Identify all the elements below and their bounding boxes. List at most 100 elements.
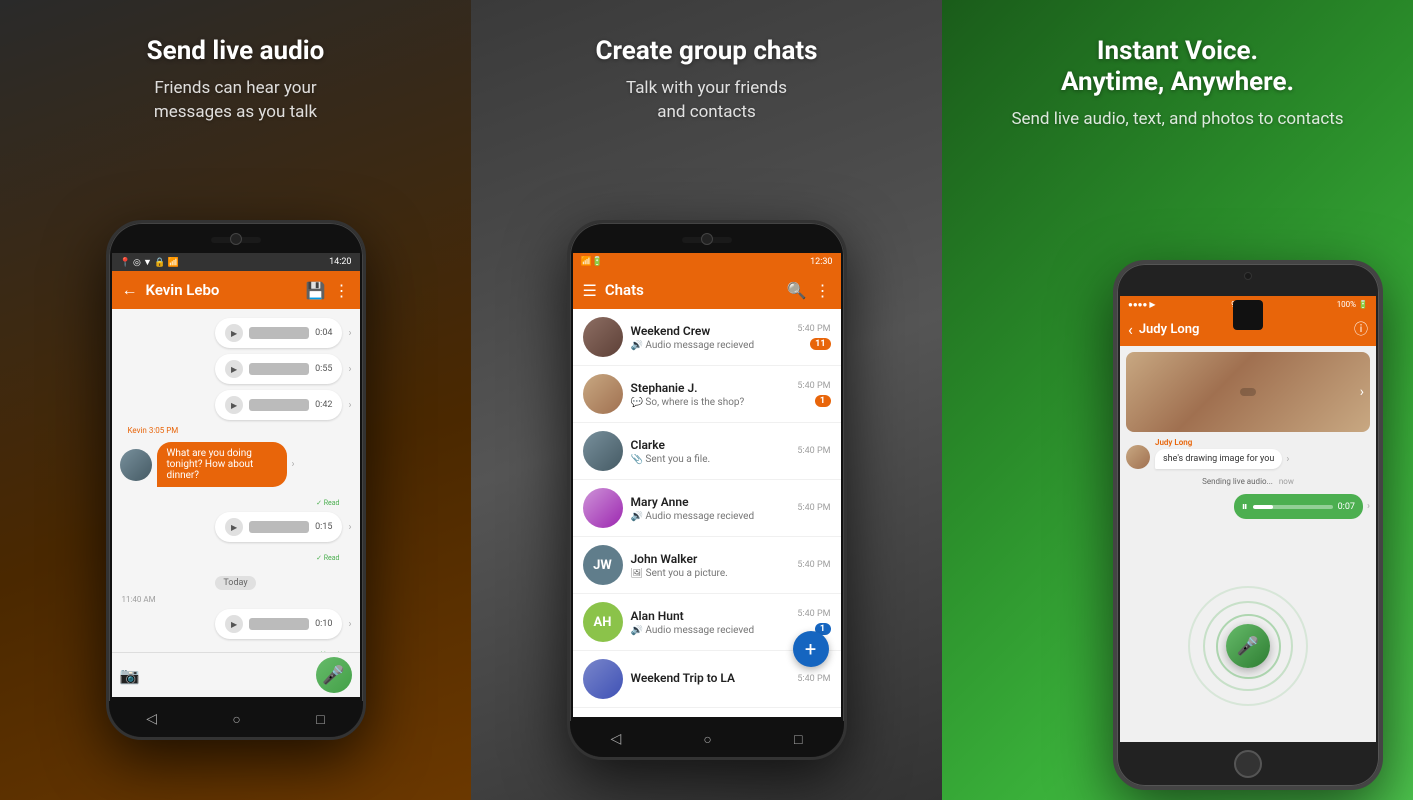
iphone-duration: 0:07 [1338,502,1355,512]
sender-name: Kevin 3:05 PM [128,426,179,435]
camera-icon[interactable]: 📷 [120,666,140,685]
time-clarke: 5:40 PM [797,446,830,456]
chat-preview-clarke: 📎 Sent you a file. [631,454,790,465]
status-bar-left: 📍 ◎ ▼ 🔒 📶 14:20 [112,253,360,271]
duration-5: 0:10 [315,619,332,629]
save-icon[interactable]: 💾 [306,281,326,300]
play-btn-1[interactable]: ▶ [225,324,243,342]
contact-name-left: Kevin Lebo [146,281,298,299]
iphone-info-icon[interactable]: ⓘ [1354,319,1368,339]
record-ripples: 🎤 [1188,586,1308,706]
chat-meta-stephanie: 5:40 PM 1 [797,381,830,407]
read-label: ✓ Read [316,499,339,507]
play-btn-5[interactable]: ▶ [225,615,243,633]
time-weekend: 5:40 PM [797,324,830,334]
sender-avatar [120,449,152,481]
iphone-home-button[interactable] [1234,750,1262,778]
waveform-4 [249,521,309,533]
chat-header-left: ← Kevin Lebo 💾 ⋮ [112,271,360,309]
photo-label [1240,388,1256,396]
audio-msg-3[interactable]: ▶ 0:42 [215,390,342,420]
live-audio-green-bubble[interactable]: ⏸ 0:07 [1234,494,1363,519]
incoming-avatar [1126,445,1150,469]
nav-home-middle[interactable]: ○ [703,731,711,748]
iphone-progress [1253,505,1333,509]
iphone-chat-body: › Judy Long she's drawing image for you … [1120,346,1376,550]
chat-meta-john: 5:40 PM [797,560,830,570]
avatar-weekend-trip [583,659,623,699]
phone-screen-middle: 📶🔋 12:30 ☰ Chats 🔍 ⋮ [573,253,841,717]
audio-msg-4[interactable]: ▶ 0:15 [215,512,342,542]
chevron-5: › [348,522,351,533]
read-status: ✓ Read [112,490,360,509]
mic-button[interactable]: 🎤 [316,657,352,693]
chat-preview-john: 🖼 Sent you a picture. [631,568,790,579]
middle-subtitle: Talk with your friendsand contacts [606,77,807,125]
record-area-iphone: 🎤 [1120,550,1376,742]
msg-row-incoming: Judy Long she's drawing image for you › [1126,438,1370,469]
pause-btn-iphone[interactable]: ⏸ [1242,499,1248,514]
chats-title: Chats [605,281,779,299]
chat-info-weekend-trip: Weekend Trip to LA [631,671,790,687]
chevron-4: › [292,459,295,470]
more-icon-middle[interactable]: ⋮ [815,281,831,300]
left-panel: Send live audio Friends can hear yourmes… [0,0,471,800]
nav-home[interactable]: ○ [232,711,240,728]
time-alan: 5:40 PM [797,609,830,619]
iphone-carrier: ●●●● ▶ [1128,300,1155,309]
search-icon[interactable]: 🔍 [787,281,807,300]
nav-recents-middle[interactable]: □ [794,731,802,748]
play-btn-3[interactable]: ▶ [225,396,243,414]
chat-info-alan: Alan Hunt 🔊 Audio message recieved [631,609,790,636]
read-label-2: ✓ Read [316,554,339,562]
live-time-label: now [1279,477,1294,486]
chat-info-stephanie: Stephanie J. 💬 So, where is the shop? [631,381,790,408]
duration-3: 0:42 [315,400,332,410]
left-phone: 📍 ◎ ▼ 🔒 📶 14:20 ← Kevin Lebo 💾 ⋮ [106,250,366,770]
signal-icons: 📶🔋 [581,257,603,267]
list-item[interactable]: Clarke 📎 Sent you a file. 5:40 PM [573,423,841,480]
android-nav-middle: ◁ ○ □ [570,721,844,757]
chat-meta-clarke: 5:40 PM [797,446,830,456]
back-icon[interactable]: ← [122,280,138,300]
audio-msg-5[interactable]: ▶ 0:10 [215,609,342,639]
chevron-right-1: › [1286,454,1289,465]
nav-back-middle[interactable]: ◁ [611,731,622,747]
chat-preview-maryanne: 🔊 Audio message recieved [631,511,790,522]
avatar-john-walker: JW [583,545,623,585]
chat-meta-weekend-trip: 5:40 PM [797,674,830,684]
more-icon-left[interactable]: ⋮ [334,281,350,300]
audio-msg-1[interactable]: ▶ 0:04 [215,318,342,348]
badge-stephanie: 1 [815,395,831,407]
list-item[interactable]: Weekend Crew 🔊 Audio message recieved 5:… [573,309,841,366]
ring-3 [1216,614,1281,679]
chat-name-maryanne: Mary Anne [631,495,790,509]
photo-chevron[interactable]: › [1360,384,1364,400]
status-time-left: 14:20 [329,257,351,267]
right-subtitle: Send live audio, text, and photos to con… [991,108,1363,132]
left-subtitle: Friends can hear yourmessages as you tal… [134,77,337,125]
waveform-5 [249,618,309,630]
play-btn-4[interactable]: ▶ [225,518,243,536]
chat-info-weekend: Weekend Crew 🔊 Audio message recieved [631,324,790,351]
time-11am: 11:40 AM [112,595,360,604]
audio-msg-2[interactable]: ▶ 0:55 [215,354,342,384]
menu-icon[interactable]: ☰ [583,281,597,300]
duration-2: 0:55 [315,364,332,374]
nav-back[interactable]: ◁ [146,711,157,727]
photo-placeholder [1126,352,1370,432]
list-item[interactable]: Mary Anne 🔊 Audio message recieved 5:40 … [573,480,841,537]
incoming-bubble: she's drawing image for you [1155,449,1282,469]
right-title: Instant Voice.Anytime, Anywhere. [1061,36,1294,98]
list-item[interactable]: Stephanie J. 💬 So, where is the shop? 5:… [573,366,841,423]
iphone-back-icon[interactable]: ‹ [1128,320,1133,339]
fab-button[interactable]: + [793,631,829,667]
play-btn-2[interactable]: ▶ [225,360,243,378]
time-weekend-trip: 5:40 PM [797,674,830,684]
nav-recents[interactable]: □ [316,711,324,728]
chat-name-clarke: Clarke [631,438,790,452]
chevron-3: › [348,400,351,411]
list-item[interactable]: JW John Walker 🖼 Sent you a picture. 5:4… [573,537,841,594]
chevron-6: › [348,619,351,630]
avatar-maryanne [583,488,623,528]
